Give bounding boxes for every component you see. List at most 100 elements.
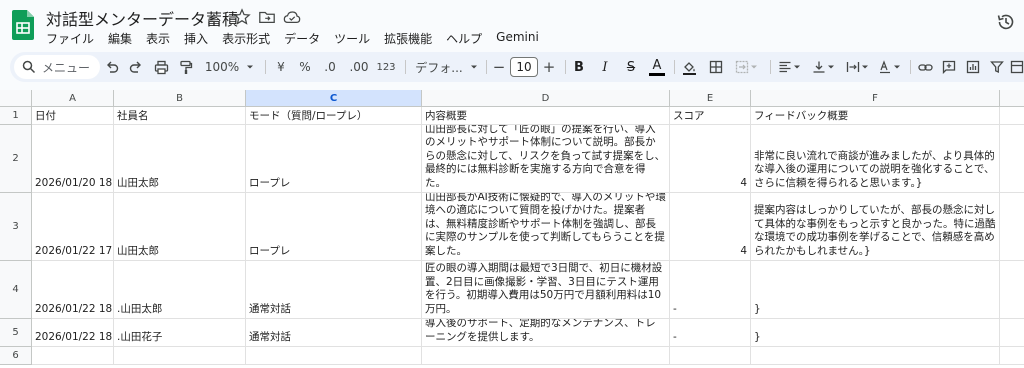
empty-cell[interactable]: [1000, 347, 1024, 365]
row-header-1[interactable]: 1: [0, 107, 32, 125]
filter-button[interactable]: [988, 52, 1006, 82]
document-title[interactable]: 対話型メンターデータ蓄積: [46, 6, 238, 30]
menu-edit[interactable]: 編集: [108, 28, 140, 49]
menu-insert[interactable]: 挿入: [184, 28, 216, 49]
column-header-e[interactable]: E: [670, 90, 751, 107]
currency-format-button[interactable]: ¥: [273, 52, 289, 82]
cell-summary[interactable]: 導入後のサポート、定期的なメンテナンス、トレーニングを提供します。: [422, 319, 670, 347]
redo-button[interactable]: [126, 52, 146, 82]
menu-search[interactable]: メニュー: [14, 55, 100, 79]
select-all-corner[interactable]: [0, 90, 32, 107]
empty-cell[interactable]: [114, 347, 246, 365]
cell-employee[interactable]: .山田花子: [114, 319, 246, 347]
column-header-d[interactable]: D: [422, 90, 670, 107]
empty-cell[interactable]: [1000, 319, 1024, 347]
cell-employee[interactable]: 山田太郎: [114, 125, 246, 193]
cell-feedback[interactable]: }: [751, 319, 1000, 347]
header-cell-date[interactable]: 日付: [32, 107, 114, 125]
star-icon[interactable]: [233, 8, 251, 26]
empty-cell[interactable]: [246, 347, 422, 365]
cell-employee[interactable]: 山田太郎: [114, 193, 246, 261]
move-folder-icon[interactable]: [258, 8, 276, 26]
horizontal-align-button[interactable]: [776, 52, 804, 82]
strikethrough-button[interactable]: S: [623, 52, 639, 82]
menu-tools[interactable]: ツール: [334, 28, 378, 49]
menu-extensions[interactable]: 拡張機能: [384, 28, 440, 49]
increase-font-size-button[interactable]: +: [542, 52, 556, 82]
filter-views-button[interactable]: [1010, 52, 1024, 82]
insert-link-button[interactable]: [916, 52, 934, 82]
version-history-icon[interactable]: [996, 12, 1016, 32]
menu-data[interactable]: データ: [284, 28, 328, 49]
merge-cells-button[interactable]: [732, 52, 762, 82]
font-select[interactable]: デフォ...: [412, 52, 482, 82]
cell-date[interactable]: 2026/01/20 18:2: [32, 125, 114, 193]
empty-cell[interactable]: [670, 347, 751, 365]
menu-file[interactable]: ファイル: [46, 28, 102, 49]
cell-feedback[interactable]: 提案内容はしっかりしていたが、部長の懸念に対して具体的な事例をもっと示すと良かっ…: [751, 193, 1000, 261]
header-cell-feedback[interactable]: フィードバック概要: [751, 107, 1000, 125]
decrease-decimal-button[interactable]: .0: [319, 52, 341, 82]
header-cell-employee[interactable]: 社員名: [114, 107, 246, 125]
column-header-a[interactable]: A: [32, 90, 114, 107]
row-header-3[interactable]: 3: [0, 193, 32, 261]
paint-format-button[interactable]: [176, 52, 196, 82]
row-header-6[interactable]: 6: [0, 347, 32, 365]
decrease-font-size-button[interactable]: −: [492, 52, 506, 82]
bold-button[interactable]: B: [572, 52, 586, 82]
menu-format[interactable]: 表示形式: [222, 28, 278, 49]
cell-mode[interactable]: ロープレ: [246, 193, 422, 261]
font-size-input[interactable]: 10: [510, 57, 538, 77]
menu-help[interactable]: ヘルプ: [446, 28, 490, 49]
column-header-c[interactable]: C: [246, 90, 422, 107]
empty-cell[interactable]: [1000, 261, 1024, 319]
cell-employee[interactable]: .山田太郎: [114, 261, 246, 319]
cell-score[interactable]: -: [670, 261, 751, 319]
insert-chart-button[interactable]: [964, 52, 982, 82]
cell-mode[interactable]: ロープレ: [246, 125, 422, 193]
empty-cell[interactable]: [1000, 107, 1024, 125]
zoom-select[interactable]: 100%: [202, 52, 258, 82]
cell-mode[interactable]: 通常対話: [246, 319, 422, 347]
cell-score[interactable]: 4: [670, 193, 751, 261]
row-header-4[interactable]: 4: [0, 261, 32, 319]
sheets-logo-icon[interactable]: [12, 10, 34, 40]
column-header-b[interactable]: B: [114, 90, 246, 107]
cell-date[interactable]: 2026/01/22 18:1: [32, 319, 114, 347]
vertical-align-button[interactable]: [810, 52, 838, 82]
print-button[interactable]: [151, 52, 171, 82]
cell-summary[interactable]: 匠の眼の導入期間は最短で3日間で、初日に機材設置、2日目に画像撮影・学習、3日目…: [422, 261, 670, 319]
menu-gemini[interactable]: Gemini: [496, 28, 547, 49]
fill-color-button[interactable]: [680, 52, 698, 82]
increase-decimal-button[interactable]: .00: [346, 52, 372, 82]
cell-summary[interactable]: 山田部長がAI技術に懐疑的で、導入のメリットや環境への適応について質問を投げかけ…: [422, 193, 670, 261]
header-cell-mode[interactable]: モード（質問/ロープレ）: [246, 107, 422, 125]
insert-comment-button[interactable]: [940, 52, 958, 82]
cell-feedback[interactable]: }: [751, 261, 1000, 319]
empty-cell[interactable]: [32, 347, 114, 365]
text-color-button[interactable]: A: [648, 52, 666, 82]
empty-cell[interactable]: [1000, 193, 1024, 261]
borders-button[interactable]: [707, 52, 725, 82]
column-header-f[interactable]: F: [751, 90, 1000, 107]
cloud-saved-icon[interactable]: [283, 8, 301, 26]
empty-cell[interactable]: [1000, 125, 1024, 193]
row-header-5[interactable]: 5: [0, 319, 32, 347]
cell-date[interactable]: 2026/01/22 18:0: [32, 261, 114, 319]
row-header-2[interactable]: 2: [0, 125, 32, 193]
column-header-g[interactable]: [1000, 90, 1024, 107]
header-cell-score[interactable]: スコア: [670, 107, 751, 125]
menu-view[interactable]: 表示: [146, 28, 178, 49]
empty-cell[interactable]: [751, 347, 1000, 365]
cell-mode[interactable]: 通常対話: [246, 261, 422, 319]
undo-button[interactable]: [102, 52, 122, 82]
cell-summary[interactable]: 山田部長に対して「匠の眼」の提案を行い、導入のメリットやサポート体制について説明…: [422, 125, 670, 193]
italic-button[interactable]: I: [598, 52, 612, 82]
text-rotation-button[interactable]: [876, 52, 904, 82]
percent-format-button[interactable]: %: [297, 52, 313, 82]
cell-feedback[interactable]: 非常に良い流れで商談が進みましたが、より具体的な導入後の運用についての説明を強化…: [751, 125, 1000, 193]
header-cell-summary[interactable]: 内容概要: [422, 107, 670, 125]
text-wrapping-button[interactable]: [844, 52, 872, 82]
cell-score[interactable]: -: [670, 319, 751, 347]
cell-date[interactable]: 2026/01/22 17:5: [32, 193, 114, 261]
